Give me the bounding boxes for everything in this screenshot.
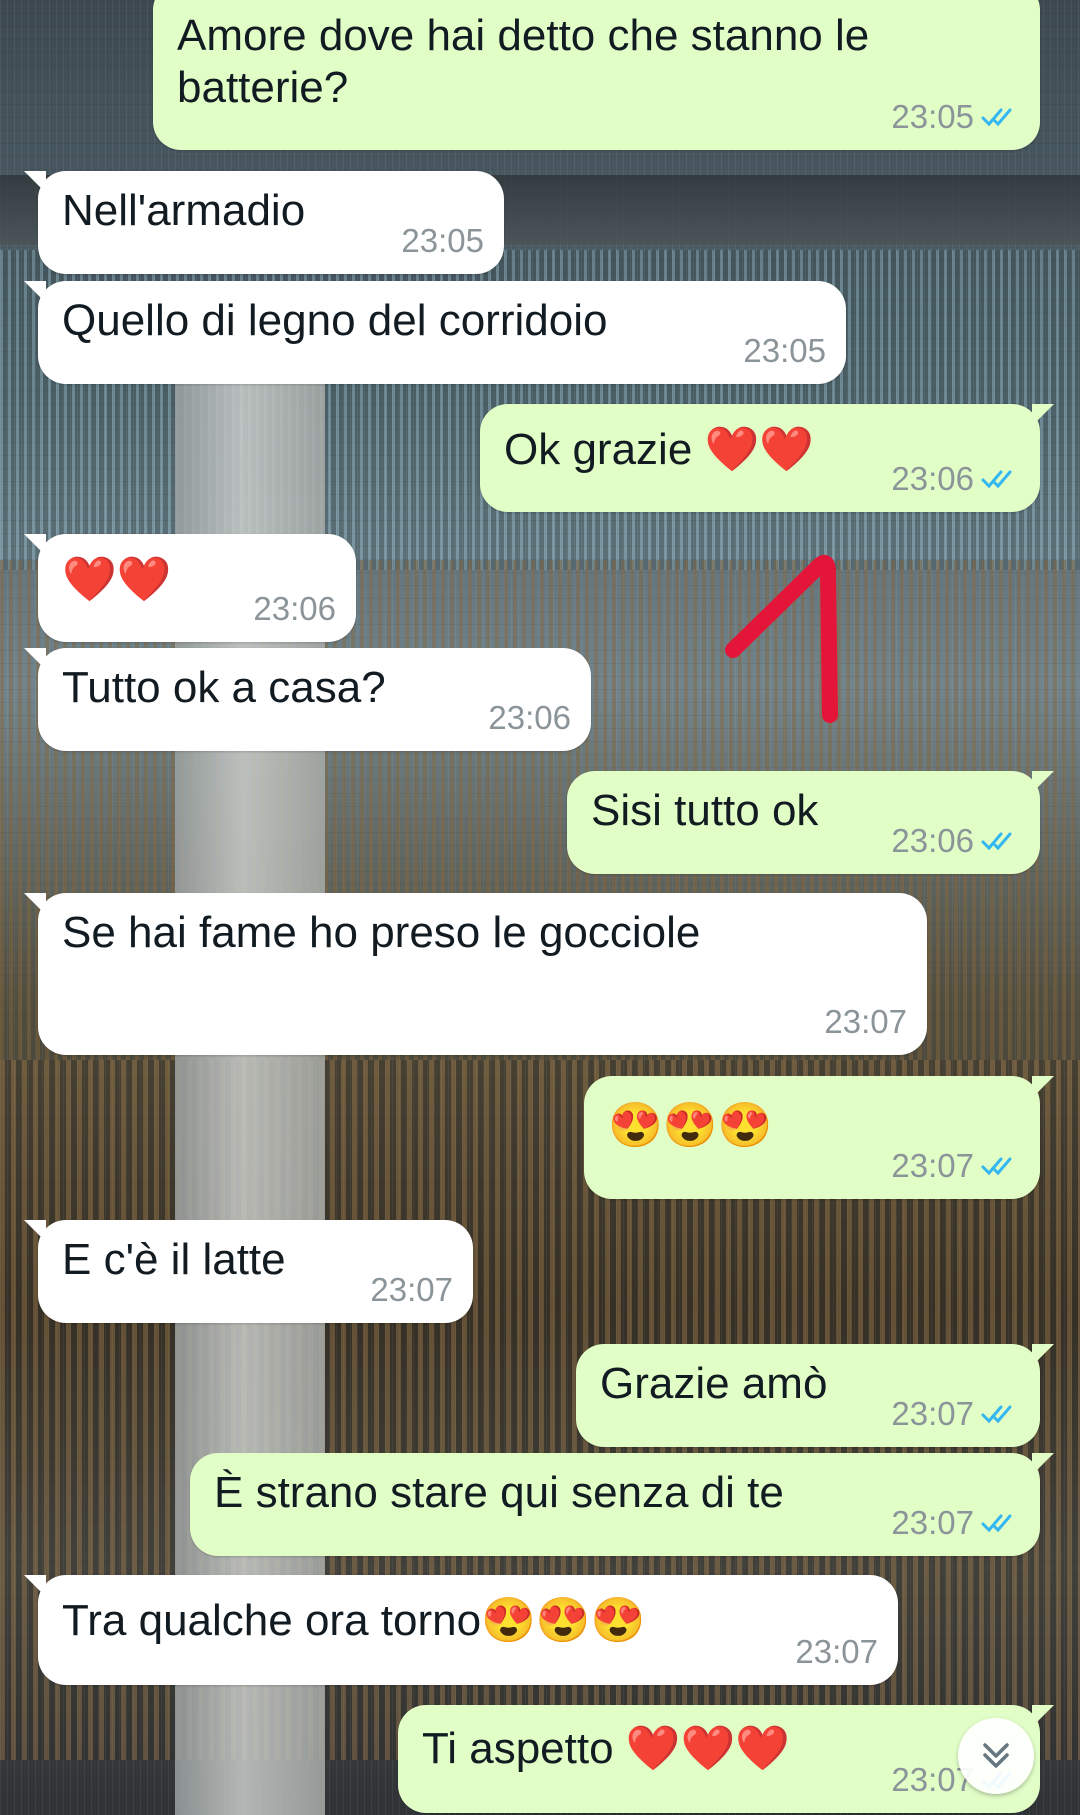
message-bubble-incoming[interactable]: Se hai fame ho preso le gocciole 23:07	[24, 893, 927, 1055]
message-bubble-outgoing[interactable]: È strano stare qui senza di te 23:07	[190, 1453, 1054, 1556]
message-meta: 23:05	[891, 98, 1020, 136]
message-time: 23:05	[891, 98, 974, 135]
message-bubble-outgoing[interactable]: Amore dove hai detto che stanno le batte…	[153, 0, 1054, 150]
message-meta: 23:06	[891, 460, 1020, 498]
message-bubble-incoming[interactable]: Tra qualche ora torno😍😍😍 23:07	[24, 1575, 898, 1685]
double-check-icon	[981, 1405, 1012, 1424]
message-meta: 23:07	[891, 1504, 1020, 1542]
message-text: Amore dove hai detto che stanno le batte…	[177, 11, 870, 112]
message-text: Tra qualche ora torno😍😍😍	[62, 1596, 646, 1645]
message-meta: 23:07	[795, 1633, 878, 1671]
message-meta: 23:05	[743, 332, 826, 370]
message-time: 23:05	[401, 222, 484, 259]
message-time: 23:07	[795, 1633, 878, 1670]
message-time: 23:06	[891, 460, 974, 497]
message-meta: 23:07	[891, 1395, 1020, 1433]
message-bubble-outgoing[interactable]: 😍😍😍 23:07	[584, 1076, 1054, 1199]
message-text: Se hai fame ho preso le gocciole	[62, 908, 701, 957]
message-bubble-outgoing[interactable]: Grazie amò 23:07	[576, 1344, 1054, 1447]
message-bubble-incoming[interactable]: Nell'armadio 23:05	[24, 171, 504, 274]
message-text: Quello di legno del corridoio	[62, 296, 608, 345]
message-time: 23:07	[370, 1271, 453, 1308]
message-bubble-incoming[interactable]: Tutto ok a casa? 23:06	[24, 648, 591, 751]
message-meta: 23:06	[253, 590, 336, 628]
message-bubble-outgoing[interactable]: Ok grazie ❤️❤️ 23:06	[480, 404, 1054, 512]
message-bubble-incoming[interactable]: E c'è il latte 23:07	[24, 1220, 473, 1323]
message-time: 23:07	[824, 1003, 907, 1040]
message-meta: 23:07	[824, 1003, 907, 1041]
message-time: 23:05	[743, 332, 826, 369]
message-time: 23:06	[253, 590, 336, 627]
message-bubble-outgoing[interactable]: Ti aspetto ❤️❤️❤️ 23:07	[398, 1705, 1054, 1813]
scroll-to-bottom-button[interactable]	[958, 1718, 1034, 1794]
double-check-icon	[981, 1514, 1012, 1533]
message-meta: 23:06	[891, 822, 1020, 860]
message-bubble-incoming[interactable]: ❤️❤️ 23:06	[24, 534, 356, 642]
double-check-icon	[981, 1157, 1012, 1176]
message-time: 23:06	[488, 699, 571, 736]
message-meta: 23:05	[401, 222, 484, 260]
hand-drawn-arrow-annotation	[725, 554, 838, 723]
chevron-double-down-icon	[983, 1743, 1009, 1768]
message-bubble-incoming[interactable]: Quello di legno del corridoio 23:05	[24, 281, 846, 384]
message-meta: 23:07	[891, 1147, 1020, 1185]
message-bubble-outgoing[interactable]: Sisi tutto ok 23:06	[567, 771, 1054, 874]
message-text: 😍😍😍	[608, 1101, 773, 1150]
message-list[interactable]: Amore dove hai detto che stanno le batte…	[0, 0, 1080, 1815]
message-meta: 23:06	[488, 699, 571, 737]
double-check-icon	[981, 832, 1012, 851]
double-check-icon	[981, 108, 1012, 127]
message-meta: 23:07	[370, 1271, 453, 1309]
message-time: 23:07	[891, 1395, 974, 1432]
message-time: 23:07	[891, 1504, 974, 1541]
message-time: 23:06	[891, 822, 974, 859]
message-time: 23:07	[891, 1147, 974, 1184]
double-check-icon	[981, 470, 1012, 489]
